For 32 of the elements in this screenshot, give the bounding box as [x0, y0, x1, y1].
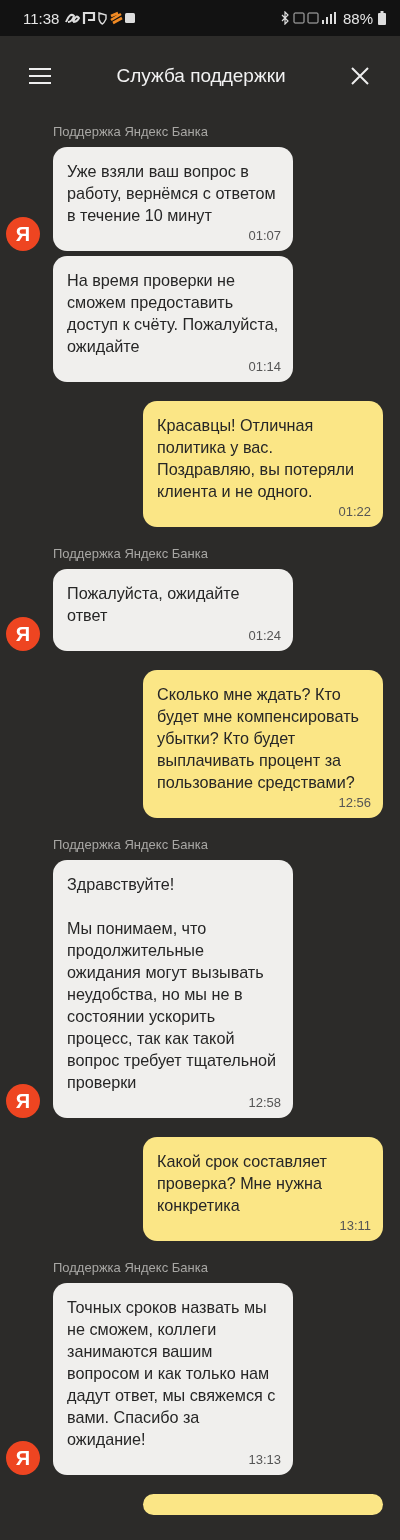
status-time: 11:38: [23, 9, 60, 27]
signal-icon: [279, 11, 338, 25]
message-time: 01:24: [247, 628, 281, 643]
message-time: 01:07: [247, 228, 281, 243]
close-icon[interactable]: [350, 66, 370, 86]
battery-percent: 88%: [342, 9, 373, 27]
message-time: 12:58: [247, 1095, 281, 1110]
message-text: Пожалуйста, ожидайте ответ: [67, 583, 241, 626]
screen-title: Служба поддержки: [115, 65, 287, 87]
message-time: 13:11: [338, 1218, 371, 1233]
bank-logo-icon: Я: [6, 1441, 40, 1475]
message-text: Красавцы! Отличная политика у вас. Поздравляю, вы потеряли клиента и не одного.: [157, 415, 355, 502]
message-time: 13:13: [247, 1452, 281, 1467]
message-text: На время проверки не сможем предоставить доступ к счёту. Пожалуйста, ожидайте: [67, 270, 280, 357]
message-text: Уже взяли ваш вопрос в работу, вернёмся с ответом в течение 10 минут: [67, 161, 277, 226]
sender-name: Поддержка Яндекс Банка: [53, 837, 209, 852]
bank-logo-icon: Я: [6, 1084, 40, 1118]
message-text: Сколько мне ждать? Кто будет мне компенсировать убытки? Кто будет выплачивать процент за пользование средствами?: [157, 684, 361, 793]
battery-icon: [378, 11, 386, 25]
message-text: Какой срок составляет проверка? Мне нужна конкретика: [157, 1151, 328, 1216]
sender-name: Поддержка Яндекс Банка: [53, 124, 209, 139]
sender-name: Поддержка Яндекс Банка: [53, 1260, 209, 1275]
message-time: 12:56: [337, 795, 371, 810]
app-icon: [64, 10, 137, 26]
message-time: 01:22: [337, 504, 371, 519]
sender-name: Поддержка Яндекс Банка: [53, 546, 209, 561]
bank-logo-icon: Я: [6, 617, 40, 651]
message-text: Здравствуйте! Мы понимаем, что продолжительные ожидания могут вызывать неудобства, но мы не в состоянии ускорить процесс, так как такой вопрос требует тщательной проверки: [67, 874, 278, 1093]
message-text: Точных сроков назвать мы не сможем, коллеги занимаются вашим вопросом и как только нам дадут ответ, мы свяжемся с вами. Спасибо за ожидание!: [67, 1297, 277, 1450]
menu-icon[interactable]: [28, 67, 52, 85]
bank-logo-icon: Я: [6, 217, 40, 251]
message-time: 01:14: [247, 359, 281, 374]
